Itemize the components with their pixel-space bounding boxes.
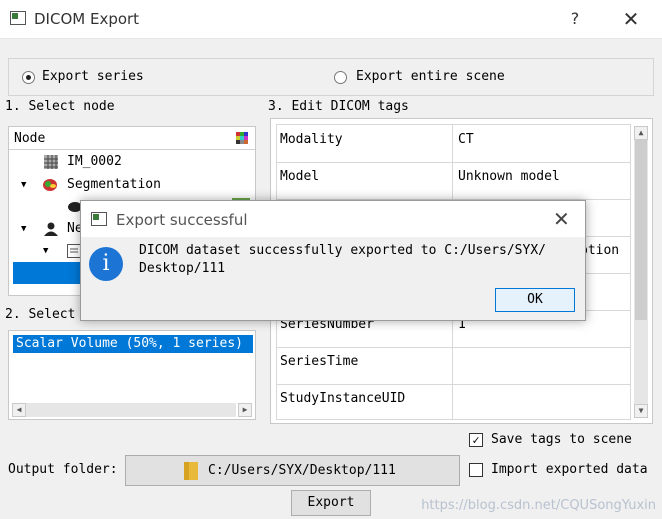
scroll-right-button[interactable]: ▶ (238, 403, 252, 417)
title-bar: DICOM Export ? ✕ (0, 0, 662, 39)
tag-value[interactable]: Unknown model (458, 162, 560, 199)
info-icon: i (89, 247, 123, 281)
output-folder-path: C:/Users/SYX/Desktop/111 (208, 463, 396, 478)
select-node-label: 1. Select node (5, 99, 115, 114)
expand-arrow-icon[interactable]: ▼ (21, 174, 26, 196)
export-type-list[interactable]: Scalar Volume (50%, 1 series) ◀ ▶ (8, 330, 256, 420)
tag-row[interactable]: SeriesTime (277, 347, 630, 385)
tag-value[interactable]: CT (458, 125, 474, 162)
scroll-left-button[interactable]: ◀ (12, 403, 26, 417)
tree-row-segmentation[interactable]: ▼ Segmentation (9, 174, 255, 196)
save-tags-label[interactable]: Save tags to scene (491, 432, 632, 447)
export-scene-label[interactable]: Export entire scene (356, 69, 505, 84)
tag-name: StudyInstanceUID (280, 384, 453, 419)
volume-icon (44, 155, 58, 169)
tag-name: SeriesTime (280, 347, 453, 384)
tag-row[interactable]: Model Unknown model (277, 162, 630, 200)
message-line-1: DICOM dataset successfully exported to C… (139, 243, 546, 258)
tag-row[interactable]: Modality CT (277, 125, 630, 163)
dicom-tags-label: 3. Edit DICOM tags (268, 99, 409, 114)
message-box: Export successful ✕ i DICOM dataset succ… (80, 200, 586, 321)
export-series-radio[interactable] (22, 71, 35, 84)
tree-item-label: IM_0002 (67, 154, 122, 169)
scroll-up-button[interactable]: ▲ (634, 126, 648, 140)
help-button[interactable]: ? (566, 9, 584, 29)
vertical-scrollbar[interactable] (634, 140, 648, 404)
tag-row[interactable]: StudyInstanceUID (277, 384, 630, 419)
tree-item-label: Segmentation (67, 177, 161, 192)
export-scene-radio[interactable] (334, 71, 347, 84)
app-icon (91, 212, 107, 226)
tag-name: Model (280, 162, 453, 199)
tree-row-volume[interactable]: IM_0002 (9, 151, 255, 173)
ok-button[interactable]: OK (495, 288, 575, 312)
message-box-title-bar: Export successful ✕ (81, 201, 585, 237)
import-exported-label[interactable]: Import exported data (491, 462, 648, 477)
column-visibility-icon[interactable] (236, 132, 248, 144)
patient-icon (44, 222, 58, 236)
expand-arrow-icon[interactable]: ▼ (43, 240, 48, 262)
message-box-close-button[interactable]: ✕ (553, 207, 570, 231)
window-title: DICOM Export (34, 10, 140, 28)
export-type-label: 2. Select (5, 307, 76, 322)
scroll-down-button[interactable]: ▼ (634, 404, 648, 418)
message-line-2: Desktop/111 (139, 261, 226, 276)
segmentation-icon (43, 179, 57, 191)
node-tree-header: Node (9, 127, 255, 150)
horizontal-scrollbar[interactable] (26, 403, 236, 417)
export-button[interactable]: Export (291, 490, 371, 516)
message-box-title: Export successful (116, 211, 248, 229)
output-folder-label: Output folder: (8, 462, 118, 477)
folder-icon (184, 462, 198, 480)
watermark: https://blog.csdn.net/CQUSongYuxin (421, 498, 656, 513)
node-column-header: Node (14, 131, 46, 146)
import-exported-checkbox[interactable] (469, 463, 483, 477)
export-type-item[interactable]: Scalar Volume (50%, 1 series) (13, 335, 253, 353)
export-series-label[interactable]: Export series (42, 69, 144, 84)
output-folder-button[interactable]: C:/Users/SYX/Desktop/111 (125, 455, 460, 486)
save-tags-checkbox[interactable]: ✓ (469, 433, 483, 447)
export-type-item-label: Scalar Volume (50%, 1 series) (16, 336, 243, 351)
app-icon (10, 11, 26, 25)
scrollbar-thumb[interactable] (635, 140, 647, 320)
message-text: DICOM dataset successfully exported to C… (139, 242, 569, 278)
expand-arrow-icon[interactable]: ▼ (21, 218, 26, 240)
tag-name: Modality (280, 125, 453, 162)
close-button[interactable]: ✕ (620, 8, 642, 30)
study-icon (67, 244, 81, 258)
